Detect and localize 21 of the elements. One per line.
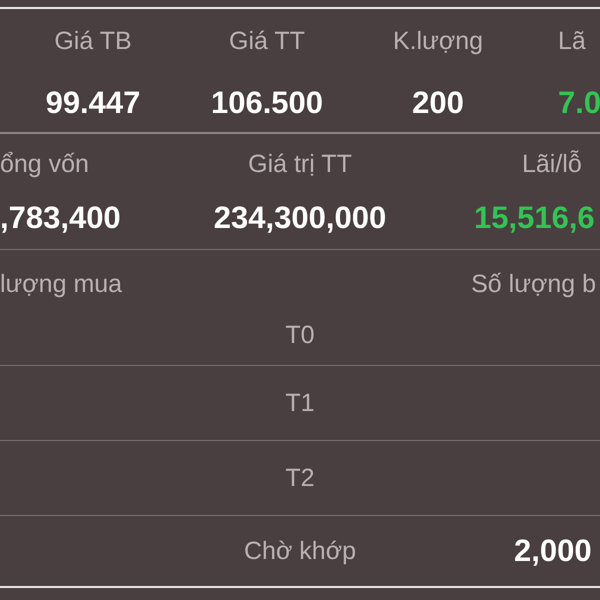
column-header: lượng mua (0, 268, 122, 298)
stat-value: 234,300,000 (214, 200, 386, 236)
column-header: Lãi/lỗ (522, 149, 582, 179)
stat-value: ,783,400 (0, 200, 121, 236)
row-label: T0 (285, 320, 315, 350)
column-header: Lã (558, 26, 586, 56)
row-label: Chờ khớp (244, 536, 356, 566)
column-header: Giá TB (54, 26, 132, 56)
stat-value: 200 (412, 84, 464, 120)
stat-value: 15,516,6 (474, 200, 595, 236)
stat-value: 106.500 (210, 84, 324, 120)
stat-value: 7.0 (558, 84, 600, 120)
column-header: Giá trị TT (248, 149, 352, 179)
stat-value: 99.447 (46, 84, 140, 120)
column-header: Số lượng b (471, 268, 597, 298)
row-label: T2 (285, 463, 315, 493)
column-header: K.lượng (392, 26, 484, 56)
quantity-value: 2,000 (514, 533, 592, 569)
row-label: T1 (285, 388, 315, 418)
column-header: Giá TT (229, 26, 305, 56)
column-header: ổng vốn (0, 149, 89, 179)
